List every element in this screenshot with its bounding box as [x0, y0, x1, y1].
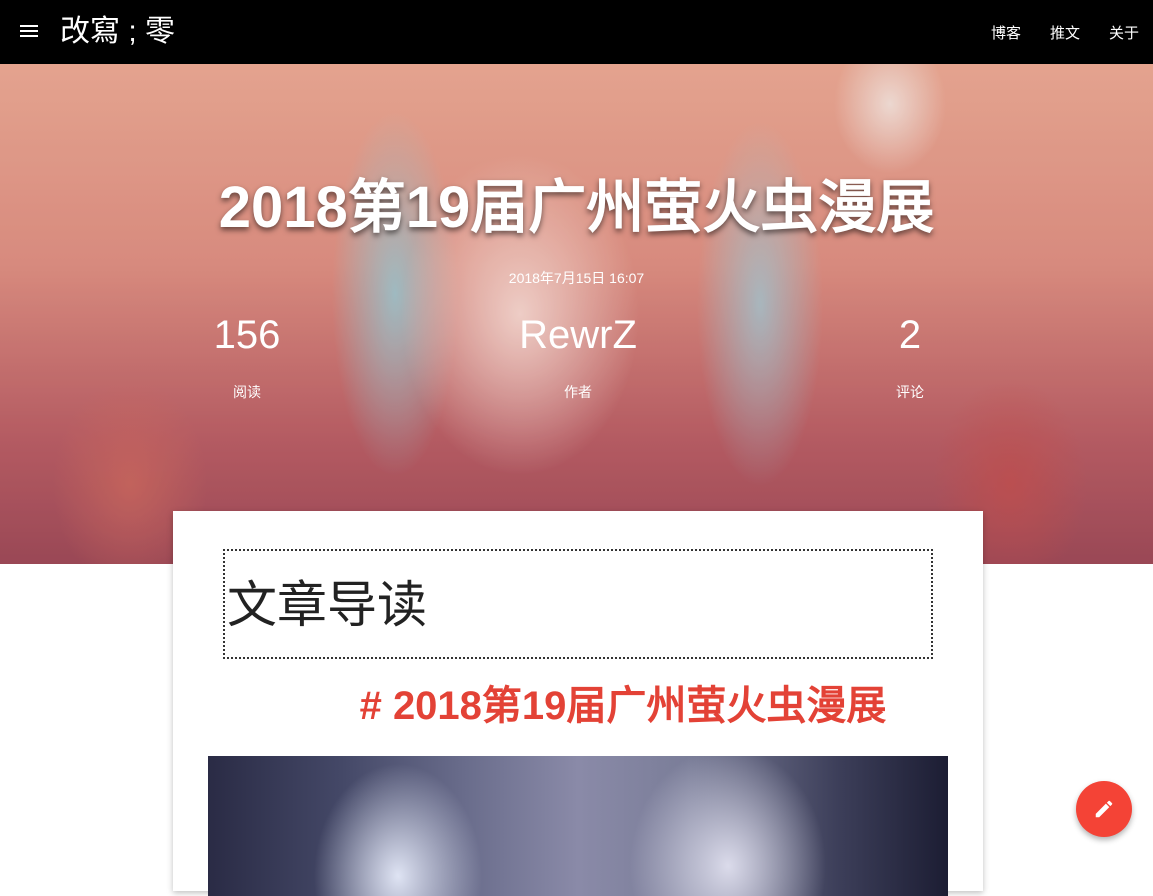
author-name[interactable]: RewrZ: [478, 310, 678, 360]
nav-tweets[interactable]: 推文: [1050, 22, 1080, 43]
toc-title: 文章导读: [227, 577, 427, 633]
pencil-icon: [1095, 800, 1113, 818]
stat-views: 156 阅读: [147, 310, 347, 402]
hero-banner: 2018第19届广州萤火虫漫展 2018年7月15日 16:07 156 阅读 …: [0, 64, 1153, 564]
author-label: 作者: [564, 384, 592, 400]
top-app-bar: 改寫 ; 零 博客 推文 关于: [0, 0, 1153, 64]
article-heading: # 2018第19届广州萤火虫漫展: [359, 684, 887, 728]
stat-comments: 2 评论: [810, 310, 1010, 402]
comments-count[interactable]: 2: [810, 310, 1010, 360]
edit-fab-button[interactable]: [1076, 781, 1132, 837]
nav-about[interactable]: 关于: [1109, 22, 1139, 43]
post-title: 2018第19届广州萤火虫漫展: [218, 175, 935, 240]
views-count: 156: [213, 313, 281, 357]
site-title[interactable]: 改寫 ; 零: [60, 13, 175, 51]
top-nav: 博客 推文 关于: [976, 0, 1153, 64]
article-card: 文章导读 # 2018第19届广州萤火虫漫展: [173, 511, 983, 896]
views-label: 阅读: [233, 384, 261, 400]
article-image[interactable]: [208, 756, 948, 896]
nav-blog[interactable]: 博客: [991, 22, 1021, 43]
comments-label: 评论: [896, 384, 924, 400]
menu-icon[interactable]: [18, 20, 42, 44]
stat-author: RewrZ 作者: [478, 310, 678, 402]
post-date: 2018年7月15日 16:07: [508, 270, 645, 286]
toc-box: 文章导读: [223, 549, 933, 659]
